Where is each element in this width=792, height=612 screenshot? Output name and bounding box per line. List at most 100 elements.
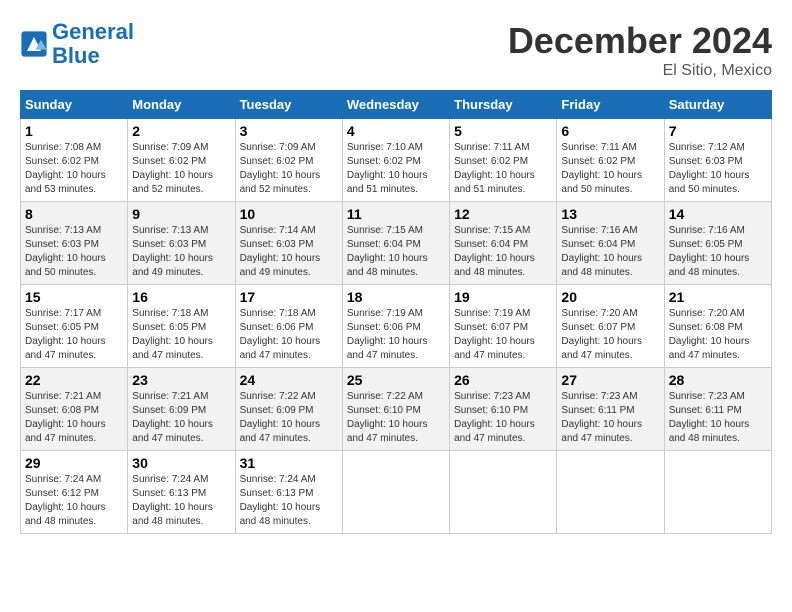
calendar-cell: 4 Sunrise: 7:10 AM Sunset: 6:02 PM Dayli… [342,119,449,202]
logo-line1: General [52,19,134,44]
day-info: Sunrise: 7:19 AM Sunset: 6:06 PM Dayligh… [347,307,445,363]
day-info: Sunrise: 7:20 AM Sunset: 6:07 PM Dayligh… [561,307,659,363]
day-number: 8 [25,206,123,222]
day-number: 10 [240,206,338,222]
col-sunday: Sunday [21,91,128,119]
logo-text: General Blue [52,20,134,68]
day-info: Sunrise: 7:11 AM Sunset: 6:02 PM Dayligh… [454,141,552,197]
calendar-cell: 30 Sunrise: 7:24 AM Sunset: 6:13 PM Dayl… [128,451,235,534]
day-number: 3 [240,123,338,139]
col-monday: Monday [128,91,235,119]
calendar-cell [450,451,557,534]
day-number: 16 [132,289,230,305]
calendar-cell: 29 Sunrise: 7:24 AM Sunset: 6:12 PM Dayl… [21,451,128,534]
calendar-cell: 31 Sunrise: 7:24 AM Sunset: 6:13 PM Dayl… [235,451,342,534]
day-number: 27 [561,372,659,388]
col-friday: Friday [557,91,664,119]
day-info: Sunrise: 7:17 AM Sunset: 6:05 PM Dayligh… [25,307,123,363]
calendar-cell: 21 Sunrise: 7:20 AM Sunset: 6:08 PM Dayl… [664,285,771,368]
day-info: Sunrise: 7:24 AM Sunset: 6:12 PM Dayligh… [25,473,123,529]
day-info: Sunrise: 7:16 AM Sunset: 6:04 PM Dayligh… [561,224,659,280]
day-info: Sunrise: 7:09 AM Sunset: 6:02 PM Dayligh… [132,141,230,197]
day-info: Sunrise: 7:18 AM Sunset: 6:05 PM Dayligh… [132,307,230,363]
logo-line2: Blue [52,43,100,68]
day-number: 28 [669,372,767,388]
day-number: 1 [25,123,123,139]
location: El Sitio, Mexico [508,62,772,80]
calendar-cell [342,451,449,534]
calendar-cell: 13 Sunrise: 7:16 AM Sunset: 6:04 PM Dayl… [557,202,664,285]
day-number: 12 [454,206,552,222]
day-number: 26 [454,372,552,388]
day-number: 18 [347,289,445,305]
col-wednesday: Wednesday [342,91,449,119]
day-info: Sunrise: 7:16 AM Sunset: 6:05 PM Dayligh… [669,224,767,280]
calendar-cell: 15 Sunrise: 7:17 AM Sunset: 6:05 PM Dayl… [21,285,128,368]
day-number: 30 [132,455,230,471]
day-number: 15 [25,289,123,305]
calendar-cell: 14 Sunrise: 7:16 AM Sunset: 6:05 PM Dayl… [664,202,771,285]
calendar-week-5: 29 Sunrise: 7:24 AM Sunset: 6:12 PM Dayl… [21,451,772,534]
logo: General Blue [20,20,134,68]
calendar-cell: 8 Sunrise: 7:13 AM Sunset: 6:03 PM Dayli… [21,202,128,285]
day-number: 17 [240,289,338,305]
calendar-cell: 27 Sunrise: 7:23 AM Sunset: 6:11 PM Dayl… [557,368,664,451]
day-info: Sunrise: 7:24 AM Sunset: 6:13 PM Dayligh… [132,473,230,529]
day-info: Sunrise: 7:15 AM Sunset: 6:04 PM Dayligh… [347,224,445,280]
day-info: Sunrise: 7:21 AM Sunset: 6:09 PM Dayligh… [132,390,230,446]
calendar-cell: 23 Sunrise: 7:21 AM Sunset: 6:09 PM Dayl… [128,368,235,451]
day-info: Sunrise: 7:23 AM Sunset: 6:10 PM Dayligh… [454,390,552,446]
calendar-week-4: 22 Sunrise: 7:21 AM Sunset: 6:08 PM Dayl… [21,368,772,451]
title-block: December 2024 El Sitio, Mexico [508,20,772,80]
calendar-cell: 7 Sunrise: 7:12 AM Sunset: 6:03 PM Dayli… [664,119,771,202]
day-info: Sunrise: 7:21 AM Sunset: 6:08 PM Dayligh… [25,390,123,446]
day-number: 31 [240,455,338,471]
day-info: Sunrise: 7:23 AM Sunset: 6:11 PM Dayligh… [561,390,659,446]
day-number: 21 [669,289,767,305]
day-number: 20 [561,289,659,305]
col-thursday: Thursday [450,91,557,119]
day-info: Sunrise: 7:13 AM Sunset: 6:03 PM Dayligh… [25,224,123,280]
calendar-cell: 18 Sunrise: 7:19 AM Sunset: 6:06 PM Dayl… [342,285,449,368]
day-number: 25 [347,372,445,388]
day-number: 14 [669,206,767,222]
calendar-cell: 10 Sunrise: 7:14 AM Sunset: 6:03 PM Dayl… [235,202,342,285]
day-info: Sunrise: 7:10 AM Sunset: 6:02 PM Dayligh… [347,141,445,197]
calendar-cell: 9 Sunrise: 7:13 AM Sunset: 6:03 PM Dayli… [128,202,235,285]
calendar-cell [664,451,771,534]
day-number: 19 [454,289,552,305]
day-info: Sunrise: 7:20 AM Sunset: 6:08 PM Dayligh… [669,307,767,363]
col-tuesday: Tuesday [235,91,342,119]
calendar-cell: 22 Sunrise: 7:21 AM Sunset: 6:08 PM Dayl… [21,368,128,451]
calendar-week-1: 1 Sunrise: 7:08 AM Sunset: 6:02 PM Dayli… [21,119,772,202]
day-info: Sunrise: 7:12 AM Sunset: 6:03 PM Dayligh… [669,141,767,197]
calendar-cell: 2 Sunrise: 7:09 AM Sunset: 6:02 PM Dayli… [128,119,235,202]
calendar-cell: 6 Sunrise: 7:11 AM Sunset: 6:02 PM Dayli… [557,119,664,202]
day-number: 23 [132,372,230,388]
day-number: 22 [25,372,123,388]
calendar-cell: 1 Sunrise: 7:08 AM Sunset: 6:02 PM Dayli… [21,119,128,202]
day-number: 4 [347,123,445,139]
day-info: Sunrise: 7:19 AM Sunset: 6:07 PM Dayligh… [454,307,552,363]
day-number: 9 [132,206,230,222]
day-info: Sunrise: 7:23 AM Sunset: 6:11 PM Dayligh… [669,390,767,446]
calendar-cell: 16 Sunrise: 7:18 AM Sunset: 6:05 PM Dayl… [128,285,235,368]
day-number: 6 [561,123,659,139]
day-info: Sunrise: 7:09 AM Sunset: 6:02 PM Dayligh… [240,141,338,197]
header-row: Sunday Monday Tuesday Wednesday Thursday… [21,91,772,119]
day-number: 5 [454,123,552,139]
calendar-table: Sunday Monday Tuesday Wednesday Thursday… [20,90,772,534]
calendar-cell: 25 Sunrise: 7:22 AM Sunset: 6:10 PM Dayl… [342,368,449,451]
day-number: 24 [240,372,338,388]
day-info: Sunrise: 7:22 AM Sunset: 6:10 PM Dayligh… [347,390,445,446]
calendar-cell: 17 Sunrise: 7:18 AM Sunset: 6:06 PM Dayl… [235,285,342,368]
day-info: Sunrise: 7:13 AM Sunset: 6:03 PM Dayligh… [132,224,230,280]
calendar-cell [557,451,664,534]
day-info: Sunrise: 7:22 AM Sunset: 6:09 PM Dayligh… [240,390,338,446]
calendar-cell: 12 Sunrise: 7:15 AM Sunset: 6:04 PM Dayl… [450,202,557,285]
calendar-cell: 5 Sunrise: 7:11 AM Sunset: 6:02 PM Dayli… [450,119,557,202]
day-info: Sunrise: 7:24 AM Sunset: 6:13 PM Dayligh… [240,473,338,529]
calendar-cell: 3 Sunrise: 7:09 AM Sunset: 6:02 PM Dayli… [235,119,342,202]
page-header: General Blue December 2024 El Sitio, Mex… [20,20,772,80]
calendar-cell: 19 Sunrise: 7:19 AM Sunset: 6:07 PM Dayl… [450,285,557,368]
